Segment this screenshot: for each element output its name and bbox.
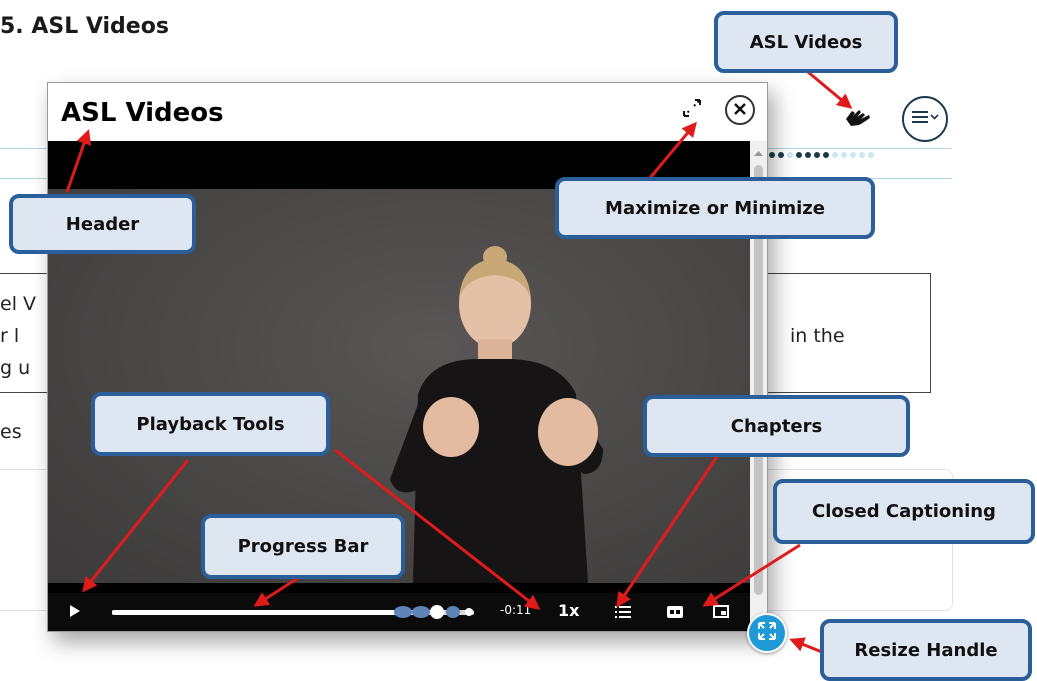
resize-icon (757, 621, 777, 645)
chapters-button[interactable] (613, 603, 633, 621)
scroll-up-icon (754, 151, 763, 156)
maximize-button[interactable] (676, 94, 708, 126)
bg-text: in the (790, 325, 845, 347)
time-remaining: -0:11 (500, 603, 532, 617)
playback-speed-button[interactable]: 1x (558, 601, 579, 620)
section-title: 5. ASL Videos (0, 14, 169, 39)
picture-in-picture-button[interactable] (711, 603, 731, 621)
callout-asl-videos: ASL Videos (714, 11, 898, 73)
control-bar: -0:11 1x (48, 593, 750, 631)
maximize-icon (680, 96, 704, 124)
callout-progress-bar: Progress Bar (201, 514, 405, 579)
progress-fill (112, 610, 402, 615)
chapters-list-icon (615, 603, 631, 622)
play-button[interactable] (66, 603, 84, 621)
picture-in-picture-icon (713, 603, 729, 622)
panel-header[interactable]: ASL Videos (48, 83, 767, 141)
bg-text: r l (0, 325, 20, 347)
callout-playback-tools: Playback Tools (91, 392, 330, 456)
closed-caption-icon (667, 603, 683, 622)
asl-video-panel: ASL Videos -0:11 1x (47, 82, 768, 632)
play-icon (69, 603, 81, 622)
callout-closed-captioning: Closed Captioning (773, 479, 1035, 544)
resize-handle[interactable] (747, 613, 787, 653)
progress-dots (760, 144, 950, 158)
menu-button[interactable] (902, 96, 948, 142)
close-button[interactable] (725, 95, 755, 125)
callout-header: Header (9, 194, 196, 254)
bg-text: es (0, 421, 22, 443)
bg-text: el V (0, 293, 37, 315)
bg-text: g u (0, 357, 31, 379)
asl-videos-button[interactable] (836, 98, 878, 140)
callout-maximize: Maximize or Minimize (555, 177, 875, 239)
callout-resize-handle: Resize Handle (820, 619, 1032, 681)
close-icon (733, 101, 747, 120)
closed-caption-button[interactable] (665, 603, 685, 621)
panel-title: ASL Videos (61, 98, 224, 128)
callout-chapters: Chapters (643, 395, 910, 457)
asl-sign-icon (843, 105, 871, 133)
chapter-markers (393, 603, 478, 621)
hamburger-menu-icon (910, 108, 940, 130)
